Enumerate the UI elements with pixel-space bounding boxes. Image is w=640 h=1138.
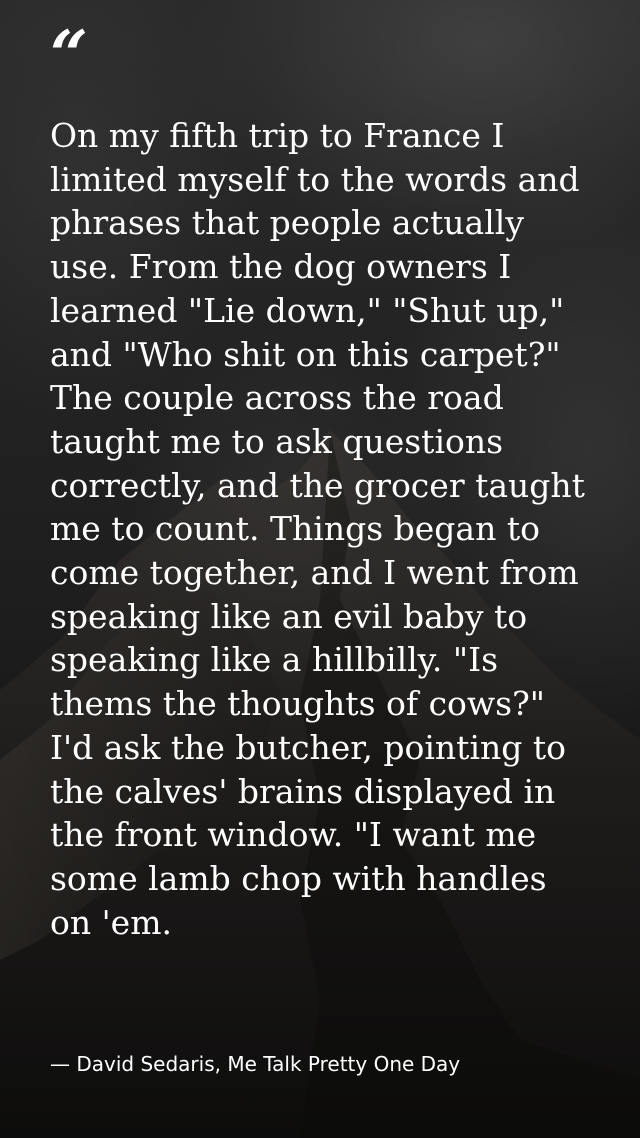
quote-text: On my fifth trip to France I limited mys… xyxy=(50,116,585,942)
quote-mark-icon: “ xyxy=(50,16,88,94)
quote-attribution: — David Sedaris, Me Talk Pretty One Day xyxy=(50,1052,461,1076)
